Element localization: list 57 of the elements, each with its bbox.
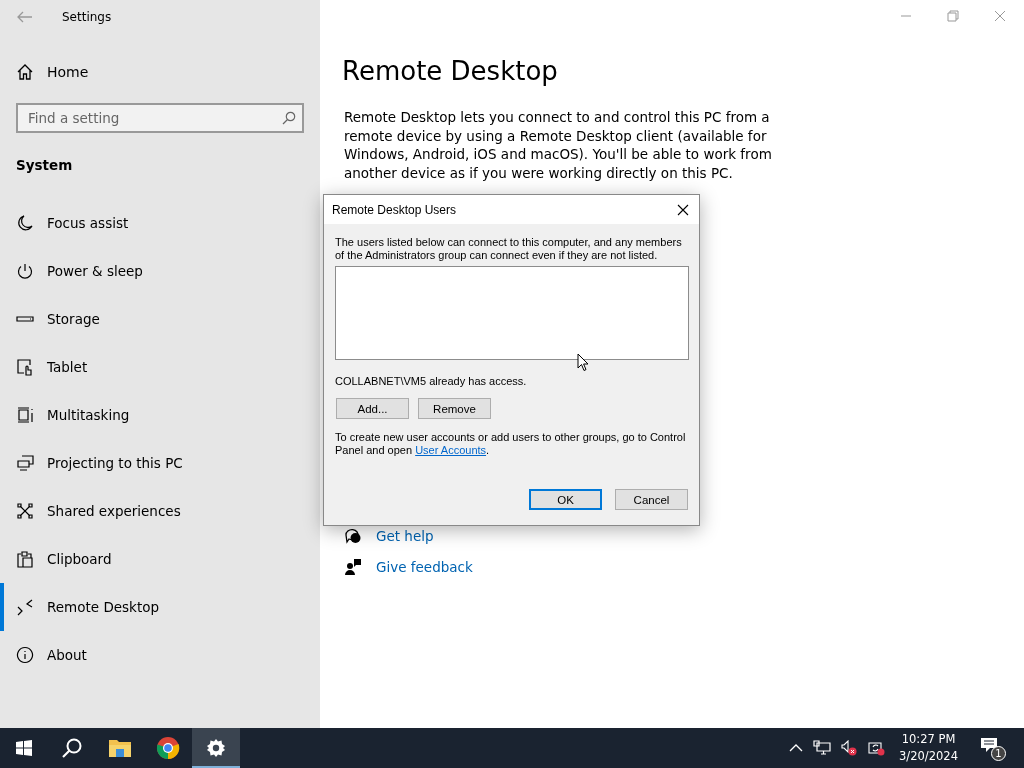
folder-icon xyxy=(108,738,132,758)
cursor-icon xyxy=(577,353,589,372)
dialog-title: Remote Desktop Users xyxy=(332,202,457,217)
window-title: Settings xyxy=(62,9,112,24)
clock-date: 3/20/2024 xyxy=(899,748,958,765)
gear-icon xyxy=(206,738,226,758)
network-icon[interactable] xyxy=(813,740,832,756)
users-list[interactable] xyxy=(335,266,689,360)
help-link[interactable]: Get help xyxy=(376,528,434,544)
nav-item[interactable]: Projecting to this PC xyxy=(0,439,320,487)
nav-item[interactable]: Power & sleep xyxy=(0,247,320,295)
nav-item[interactable]: Remote Desktop xyxy=(0,583,320,631)
person-feedback-icon xyxy=(344,558,362,576)
help-bubble-icon xyxy=(344,527,362,545)
nav-item[interactable]: Focus assist xyxy=(0,199,320,247)
nav-item[interactable]: Clipboard xyxy=(0,535,320,583)
note-text: To create new user accounts or add users to other groups, go to Control Panel and open User Accounts. xyxy=(335,431,687,457)
dialog-button[interactable]: OK xyxy=(529,489,602,510)
nodes-icon xyxy=(16,502,34,520)
section-heading: System xyxy=(16,157,73,173)
clipboard-icon xyxy=(16,550,34,568)
search-field[interactable]: Find a setting xyxy=(16,103,304,133)
search-icon xyxy=(282,111,296,125)
nav-item[interactable]: About xyxy=(0,631,320,679)
muted-speaker-icon[interactable] xyxy=(841,740,858,756)
dialog-button[interactable]: Remove xyxy=(418,398,491,419)
dialog-button[interactable]: Add... xyxy=(336,398,409,419)
close-icon[interactable] xyxy=(677,203,689,216)
home-icon xyxy=(16,63,34,81)
browser-logo-icon xyxy=(156,736,180,760)
description-text: Remote Desktop lets you connect to and control this PC from a remote device by using a Remote Desktop client (available for Windows, Android, iOS and macOS). You'll be able to work from another device as if you were working directly on this PC. xyxy=(344,108,773,182)
tablet-icon xyxy=(16,358,34,376)
intro-text: The users listed below can connect to this computer, and any members of the Administrators group can connect even if they are not listed. xyxy=(335,236,683,262)
nav-item[interactable]: Shared experiences xyxy=(0,487,320,535)
dialog-button[interactable]: Cancel xyxy=(615,489,688,510)
home-nav-item[interactable]: Home xyxy=(16,55,156,89)
clock[interactable]: 10:27 PM 3/20/2024 xyxy=(899,731,958,765)
status-text: COLLABNET\VM5 already has access. xyxy=(335,375,528,387)
windows-logo-icon xyxy=(16,740,32,756)
notifications-icon[interactable] xyxy=(980,737,998,753)
windows-icon xyxy=(16,406,34,424)
power-icon xyxy=(16,262,34,280)
chevron-up-icon[interactable] xyxy=(789,743,804,753)
search-icon xyxy=(61,737,83,759)
moon-icon xyxy=(16,214,34,232)
chevrons-icon xyxy=(16,598,34,616)
notification-badge: 1 xyxy=(991,746,1006,761)
nav-item[interactable]: Tablet xyxy=(0,343,320,391)
nav-item[interactable]: Storage xyxy=(0,295,320,343)
sync-screen-icon[interactable] xyxy=(867,740,886,756)
help-link[interactable]: Give feedback xyxy=(376,559,473,575)
page-title: Remote Desktop xyxy=(342,56,559,86)
taskbar-app[interactable] xyxy=(192,728,240,768)
monitor-icon xyxy=(16,454,34,472)
nav-item[interactable]: Multitasking xyxy=(0,391,320,439)
info-icon xyxy=(16,646,34,664)
clock-time: 10:27 PM xyxy=(901,731,956,748)
